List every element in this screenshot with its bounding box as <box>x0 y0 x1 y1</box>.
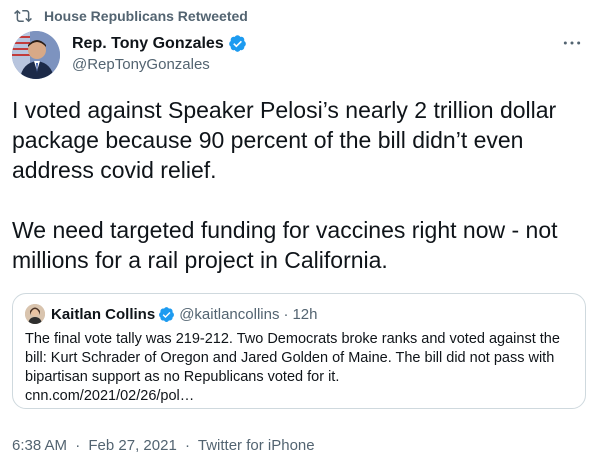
quoted-author-handle[interactable]: @kaitlancollins <box>179 306 279 323</box>
footer-separator-2: · <box>184 437 190 454</box>
quoted-tweet-link[interactable]: cnn.com/2021/02/26/pol… <box>25 388 194 404</box>
tweet-time[interactable]: 6:38 AM <box>12 437 67 454</box>
quoted-tweet-header: Kaitlan Collins @kaitlancollins · 12h <box>25 304 318 324</box>
tweet-source[interactable]: Twitter for iPhone <box>198 437 315 454</box>
tweet-date[interactable]: Feb 27, 2021 <box>88 437 176 454</box>
verified-badge-icon <box>228 34 247 53</box>
footer-separator: · <box>75 437 81 454</box>
tweet-text: I voted against Speaker Pelosi’s nearly … <box>12 97 558 273</box>
retweet-banner-text: House Republicans Retweeted <box>44 8 248 24</box>
author-name[interactable]: Rep. Tony Gonzales <box>72 35 224 53</box>
quoted-author-name[interactable]: Kaitlan Collins <box>51 306 155 323</box>
quoted-verified-badge-icon <box>158 306 175 323</box>
tweet-header: Rep. Tony Gonzales @RepTonyGonzales <box>12 31 588 81</box>
more-options-icon <box>562 34 582 52</box>
tweet-footer: 6:38 AM · Feb 27, 2021 · Twitter for iPh… <box>12 437 315 454</box>
author-info[interactable]: Rep. Tony Gonzales @RepTonyGonzales <box>72 34 247 73</box>
author-handle[interactable]: @RepTonyGonzales <box>72 56 247 73</box>
quoted-meta-separator: · <box>283 305 289 323</box>
quoted-user-avatar <box>25 304 45 324</box>
quoted-tweet[interactable]: Kaitlan Collins @kaitlancollins · 12h Th… <box>12 293 586 409</box>
quoted-tweet-text: The final vote tally was 219-212. Two De… <box>25 330 575 406</box>
retweet-banner[interactable]: House Republicans Retweeted <box>14 6 248 26</box>
quoted-timestamp[interactable]: 12h <box>292 306 317 323</box>
retweet-icon <box>14 7 32 25</box>
user-avatar[interactable] <box>12 31 60 79</box>
more-options-button[interactable] <box>560 33 584 53</box>
quoted-tweet-body: The final vote tally was 219-212. Two De… <box>25 331 560 385</box>
